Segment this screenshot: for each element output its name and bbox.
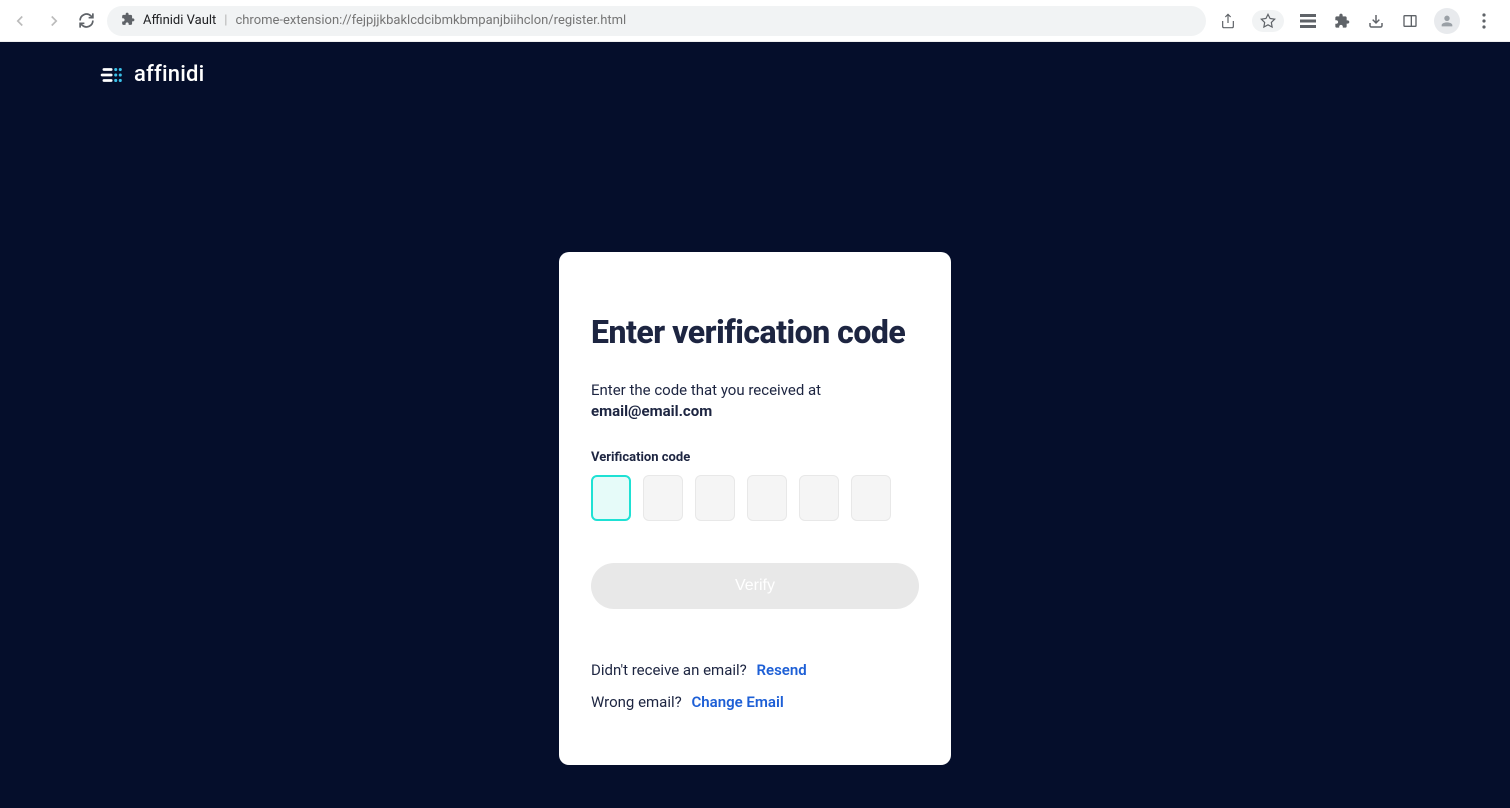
browser-toolbar: Affinidi Vault | chrome-extension://fejp… bbox=[0, 0, 1510, 42]
description-prefix: Enter the code that you received at bbox=[591, 381, 821, 399]
menu-lines-icon[interactable] bbox=[1298, 11, 1318, 31]
forward-button[interactable] bbox=[44, 12, 64, 30]
page-content: affinidi Enter verification code Enter t… bbox=[0, 42, 1510, 808]
profile-button[interactable] bbox=[1434, 8, 1460, 34]
resend-link[interactable]: Resend bbox=[756, 661, 806, 679]
site-name: Affinidi Vault bbox=[143, 13, 216, 28]
browser-actions bbox=[1218, 8, 1500, 34]
code-input-group bbox=[591, 475, 919, 521]
extensions-icon[interactable] bbox=[1332, 11, 1352, 31]
logo-text: affinidi bbox=[134, 62, 204, 87]
code-digit-1[interactable] bbox=[591, 475, 631, 521]
download-icon[interactable] bbox=[1366, 11, 1386, 31]
change-email-row: Wrong email? Change Email bbox=[591, 693, 919, 711]
extension-icon bbox=[121, 12, 135, 30]
panel-icon[interactable] bbox=[1400, 11, 1420, 31]
share-icon[interactable] bbox=[1218, 11, 1238, 31]
affinidi-logo: affinidi bbox=[100, 62, 204, 87]
logo-mark-icon bbox=[100, 65, 126, 85]
code-digit-4[interactable] bbox=[747, 475, 787, 521]
resend-row: Didn't receive an email? Resend bbox=[591, 661, 919, 679]
verify-button[interactable]: Verify bbox=[591, 563, 919, 609]
code-digit-5[interactable] bbox=[799, 475, 839, 521]
resend-prompt: Didn't receive an email? bbox=[591, 661, 747, 679]
card-description: Enter the code that you received at emai… bbox=[591, 380, 919, 422]
verification-card: Enter verification code Enter the code t… bbox=[559, 252, 951, 765]
card-title: Enter verification code bbox=[591, 312, 919, 352]
nav-controls bbox=[10, 12, 95, 30]
bookmark-button[interactable] bbox=[1252, 10, 1284, 32]
code-digit-6[interactable] bbox=[851, 475, 891, 521]
field-label: Verification code bbox=[591, 450, 919, 465]
url-divider: | bbox=[224, 13, 227, 28]
back-button[interactable] bbox=[10, 12, 30, 30]
reload-button[interactable] bbox=[78, 12, 95, 29]
address-bar[interactable]: Affinidi Vault | chrome-extension://fejp… bbox=[107, 6, 1206, 36]
email-display: email@email.com bbox=[591, 402, 712, 420]
code-digit-3[interactable] bbox=[695, 475, 735, 521]
code-digit-2[interactable] bbox=[643, 475, 683, 521]
kebab-menu-icon[interactable] bbox=[1474, 11, 1494, 31]
wrong-email-prompt: Wrong email? bbox=[591, 693, 682, 711]
change-email-link[interactable]: Change Email bbox=[691, 693, 783, 711]
url-path: chrome-extension://fejpjjkbaklcdcibmkbmp… bbox=[235, 13, 626, 28]
